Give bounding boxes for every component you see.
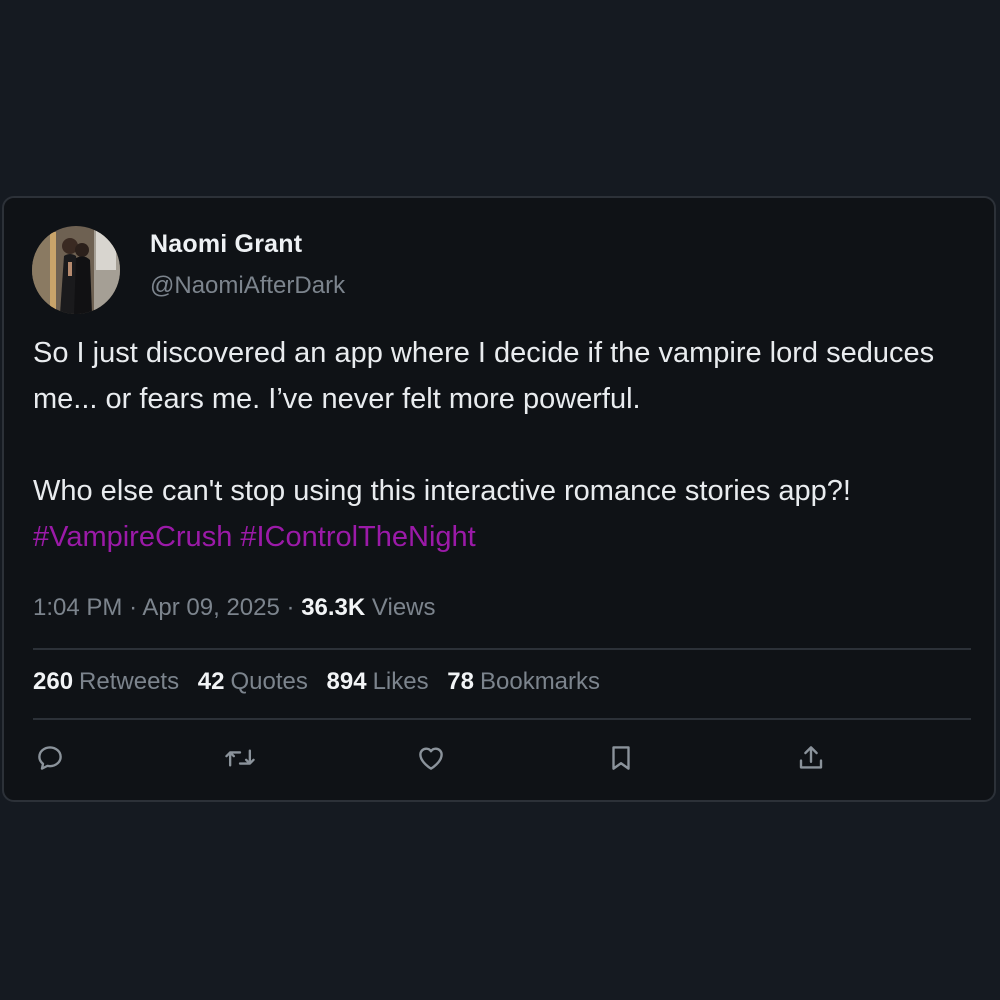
reply-button[interactable]: [30, 738, 70, 778]
tweet-card: Naomi Grant @NaomiAfterDark So I just di…: [2, 196, 996, 802]
bookmark-icon: [612, 746, 630, 770]
views-count[interactable]: 36.3K: [301, 594, 365, 621]
share-button[interactable]: [791, 738, 831, 778]
engagement-stats: 260 Retweets 42 Quotes 894 Likes 78 Bookmark…: [33, 668, 612, 696]
reply-icon: [38, 746, 62, 770]
tweet-meta: 1:04 PM · Apr 09, 2025 · 36.3K Views: [33, 594, 436, 622]
bookmark-button[interactable]: [601, 738, 641, 778]
page: Naomi Grant @NaomiAfterDark So I just di…: [0, 0, 1000, 1000]
retweet-button[interactable]: [220, 738, 260, 778]
like-button[interactable]: [411, 738, 451, 778]
stat-label: Quotes: [230, 668, 308, 695]
action-bar: [4, 738, 998, 782]
stat-retweets[interactable]: 260 Retweets: [33, 668, 179, 695]
author-name[interactable]: Naomi Grant: [150, 230, 302, 259]
stat-likes[interactable]: 894 Likes: [327, 668, 429, 695]
stat-count: 78: [447, 668, 474, 695]
avatar[interactable]: [32, 226, 120, 314]
tweet-time[interactable]: 1:04 PM: [33, 594, 122, 621]
tweet-text-paragraph-1: So I just discovered an app where I deci…: [33, 337, 935, 415]
share-icon: [799, 746, 823, 769]
meta-separator: ·: [286, 594, 295, 621]
retweet-icon: [225, 749, 255, 767]
stat-label: Bookmarks: [479, 668, 601, 695]
tweet-text-paragraph-2: Who else can't stop using this interacti…: [33, 475, 851, 507]
hashtags[interactable]: #VampireCrush #IControlTheNight: [33, 514, 963, 560]
stat-label: Retweets: [79, 668, 180, 695]
meta-separator: ·: [129, 594, 138, 621]
tweet-text: So I just discovered an app where I deci…: [33, 330, 963, 560]
stat-count: 260: [33, 668, 74, 695]
author-handle[interactable]: @NaomiAfterDark: [150, 272, 345, 300]
stat-quotes[interactable]: 42 Quotes: [198, 668, 308, 695]
avatar-photo-icon: [32, 226, 120, 314]
stat-count: 894: [326, 668, 367, 695]
like-icon: [419, 747, 443, 770]
stat-label: Likes: [372, 668, 429, 695]
divider: [33, 718, 971, 720]
stat-count: 42: [197, 668, 225, 695]
tweet-date[interactable]: Apr 09, 2025: [142, 594, 279, 621]
views-label: Views: [371, 594, 436, 621]
stat-bookmarks[interactable]: 78 Bookmarks: [447, 668, 600, 695]
divider: [33, 648, 971, 650]
